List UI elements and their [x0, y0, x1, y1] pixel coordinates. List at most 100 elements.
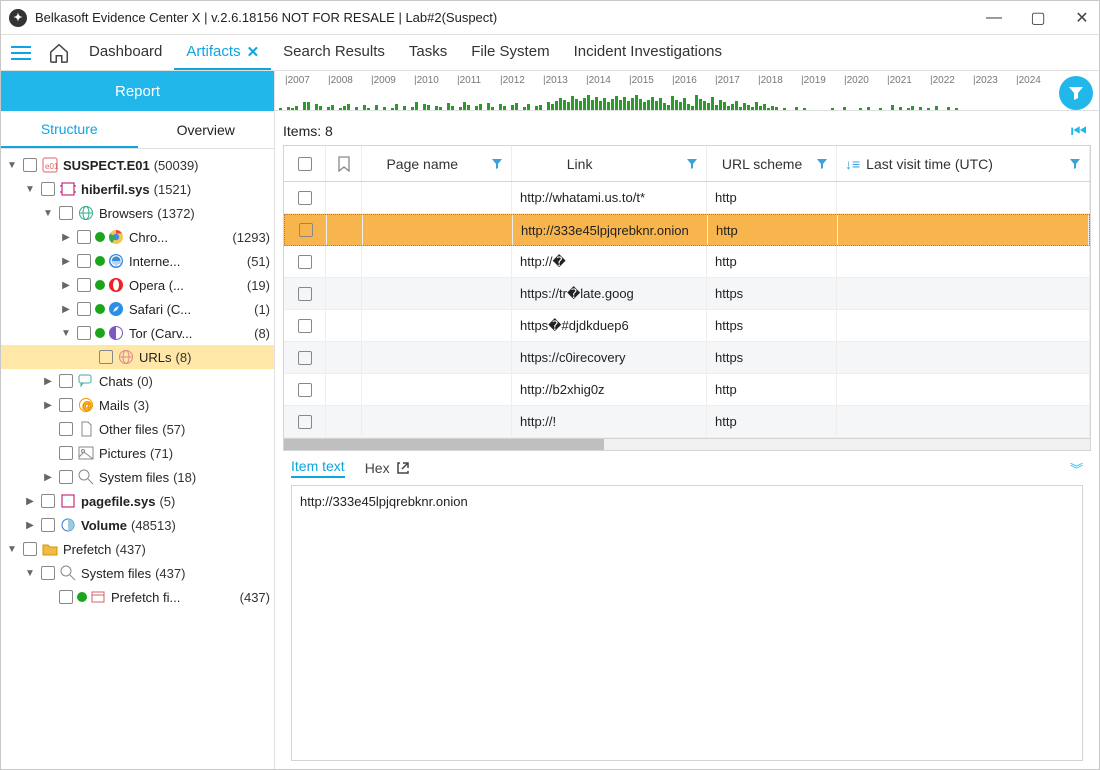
filter-icon[interactable] [1069, 158, 1081, 170]
expand-icon[interactable]: ▶ [59, 280, 73, 291]
table-row[interactable]: http://!http [284, 406, 1090, 438]
minimize-button[interactable]: — [983, 9, 1005, 27]
tab-overview[interactable]: Overview [138, 111, 275, 148]
checkbox[interactable] [99, 350, 113, 364]
prefetch-icon [89, 588, 107, 606]
table-row[interactable]: https://tr�late.googhttps [284, 278, 1090, 310]
expand-icon[interactable]: ▼ [23, 568, 37, 579]
expand-icon[interactable]: ▼ [5, 544, 19, 555]
checkbox[interactable] [77, 278, 91, 292]
row-checkbox[interactable] [298, 287, 312, 301]
row-checkbox[interactable] [298, 383, 312, 397]
status-dot-icon [95, 232, 105, 242]
table-row[interactable]: http://�http [284, 246, 1090, 278]
table-row[interactable]: http://333e45lpjqrebknr.onionhttp [284, 214, 1090, 246]
expand-icon[interactable]: ▶ [41, 472, 55, 483]
checkbox[interactable] [59, 206, 73, 220]
row-checkbox[interactable] [298, 415, 312, 429]
tab-tasks[interactable]: Tasks [397, 35, 459, 70]
checkbox[interactable] [59, 446, 73, 460]
items-table[interactable]: Page name Link URL scheme ↓≡Last visit t… [283, 145, 1091, 439]
close-button[interactable]: ✕ [1071, 8, 1093, 28]
filter-icon[interactable] [491, 158, 503, 170]
column-link[interactable]: Link [512, 146, 707, 181]
checkbox[interactable] [59, 398, 73, 412]
magnify-icon [77, 468, 95, 486]
home-button[interactable] [41, 42, 77, 64]
row-checkbox[interactable] [298, 255, 312, 269]
select-all-checkbox[interactable] [298, 157, 312, 171]
svg-text:@: @ [82, 401, 92, 412]
column-last-visit[interactable]: ↓≡Last visit time (UTC) [837, 146, 1090, 181]
row-checkbox[interactable] [298, 319, 312, 333]
checkbox[interactable] [23, 158, 37, 172]
menu-button[interactable] [1, 46, 41, 60]
picture-icon [77, 444, 95, 462]
row-checkbox[interactable] [298, 191, 312, 205]
checkbox[interactable] [41, 182, 55, 196]
row-checkbox[interactable] [299, 223, 313, 237]
column-page-name[interactable]: Page name [362, 146, 512, 181]
table-row[interactable]: http://whatami.us.to/t*http [284, 182, 1090, 214]
checkbox[interactable] [77, 230, 91, 244]
table-row[interactable]: http://b2xhig0zhttp [284, 374, 1090, 406]
checkbox[interactable] [41, 494, 55, 508]
collapse-panel-button[interactable]: ︾ [1070, 459, 1083, 478]
artifact-tree[interactable]: ▼e01SUSPECT.E01(50039) ▼hiberfil.sys(152… [1, 149, 274, 769]
close-tab-icon[interactable]: ✕ [247, 43, 260, 61]
column-url-scheme[interactable]: URL scheme [707, 146, 837, 181]
timeline-year: |2012 [500, 75, 525, 86]
table-row[interactable]: https�#djdkduep6https [284, 310, 1090, 342]
expand-icon[interactable]: ▶ [41, 400, 55, 411]
tab-item-text[interactable]: Item text [291, 458, 345, 478]
sort-icon[interactable]: ↓≡ [845, 156, 860, 172]
expand-icon[interactable]: ▼ [23, 184, 37, 195]
timeline-filter-button[interactable] [1059, 76, 1093, 110]
expand-icon[interactable]: ▶ [23, 520, 37, 531]
timeline-year: |2016 [672, 75, 697, 86]
status-dot-icon [95, 280, 105, 290]
tree-node-urls[interactable]: URLs(8) [1, 345, 274, 369]
checkbox[interactable] [59, 470, 73, 484]
expand-icon[interactable]: ▶ [23, 496, 37, 507]
expand-icon[interactable]: ▼ [41, 208, 55, 219]
tab-hex[interactable]: Hex [365, 460, 410, 476]
tab-artifacts[interactable]: Artifacts✕ [174, 35, 271, 70]
timeline-year: |2020 [844, 75, 869, 86]
checkbox[interactable] [77, 302, 91, 316]
tab-search-results[interactable]: Search Results [271, 35, 397, 70]
checkbox[interactable] [77, 326, 91, 340]
expand-icon[interactable]: ▼ [5, 160, 19, 171]
expand-icon[interactable]: ▶ [41, 376, 55, 387]
cell-scheme: http [707, 182, 837, 213]
checkbox[interactable] [41, 566, 55, 580]
expand-icon[interactable]: ▶ [59, 304, 73, 315]
checkbox[interactable] [23, 542, 37, 556]
filter-icon[interactable] [816, 158, 828, 170]
timeline[interactable]: |2007|2008|2009|2010|2011|2012|2013|2014… [275, 71, 1053, 110]
tab-incident[interactable]: Incident Investigations [562, 35, 734, 70]
tab-file-system[interactable]: File System [459, 35, 561, 70]
timeline-year: |2007 [285, 75, 310, 86]
tab-structure[interactable]: Structure [1, 111, 138, 148]
bookmark-column-icon[interactable] [326, 146, 362, 181]
checkbox[interactable] [59, 374, 73, 388]
checkbox[interactable] [59, 590, 73, 604]
expand-icon[interactable]: ▶ [59, 232, 73, 243]
expand-icon[interactable]: ▶ [59, 256, 73, 267]
row-checkbox[interactable] [298, 351, 312, 365]
horizontal-scrollbar[interactable] [283, 439, 1091, 451]
maximize-button[interactable]: ▢ [1027, 8, 1049, 28]
timeline-year: |2009 [371, 75, 396, 86]
table-row[interactable]: https://c0irecoveryhttps [284, 342, 1090, 374]
report-button[interactable]: Report [1, 71, 274, 111]
cell-scheme: https [707, 278, 837, 309]
checkbox[interactable] [41, 518, 55, 532]
tab-dashboard[interactable]: Dashboard [77, 35, 174, 70]
checkbox[interactable] [77, 254, 91, 268]
filter-icon[interactable] [686, 158, 698, 170]
memory-icon [59, 492, 77, 510]
first-page-button[interactable]: ⏮ [1071, 121, 1091, 142]
expand-icon[interactable]: ▼ [59, 328, 73, 339]
checkbox[interactable] [59, 422, 73, 436]
